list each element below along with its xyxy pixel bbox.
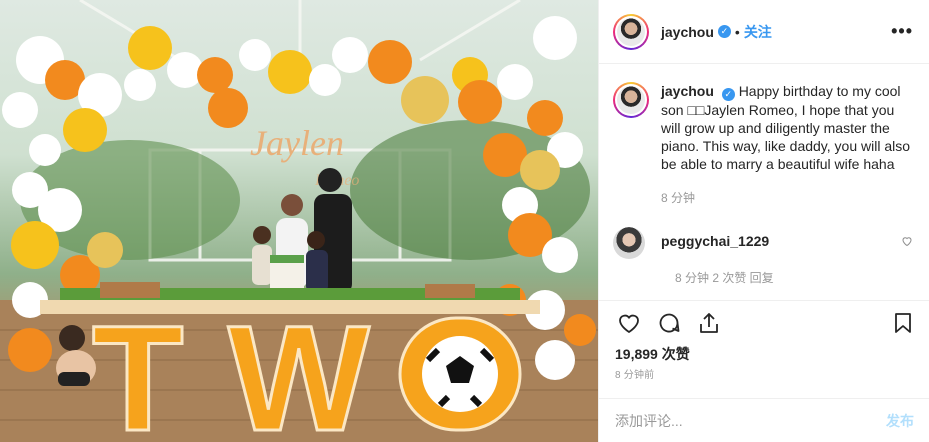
commenter-username[interactable]: peggychai_1229 — [661, 233, 769, 249]
more-icon[interactable]: ••• — [891, 21, 913, 42]
heart-icon[interactable] — [613, 307, 645, 339]
verified-icon: ✓ — [717, 25, 731, 38]
post-actions — [599, 300, 929, 344]
author-avatar[interactable] — [613, 13, 649, 50]
post-side-panel: jaychou ✓ • 关注 ••• jaychou ✓ Happy birth… — [598, 0, 929, 442]
big-letter-w: W — [228, 294, 370, 442]
add-comment-input[interactable] — [615, 412, 886, 429]
share-icon[interactable] — [693, 307, 725, 339]
bookmark-icon[interactable] — [887, 307, 919, 339]
posted-time: 8 分钟前 — [615, 370, 655, 381]
big-letter-t: T — [92, 294, 184, 442]
author-username[interactable]: jaychou — [661, 24, 714, 40]
post-header: jaychou ✓ • 关注 ••• — [599, 0, 929, 64]
caption-avatar[interactable] — [613, 82, 649, 118]
birthday-sign-name: Jaylen — [250, 123, 344, 163]
comment-item: peggychai_1229 — [613, 227, 913, 259]
caption-time: 8 分钟 — [661, 191, 696, 205]
caption-comment: jaychou ✓ Happy birthday to my cool son … — [613, 82, 913, 207]
likes-count[interactable]: 19,899 次赞 — [599, 344, 929, 362]
caption-username[interactable]: jaychou — [661, 83, 714, 99]
comment-meta[interactable]: 8 分钟 2 次赞 回复 — [675, 269, 913, 286]
verified-icon: ✓ — [721, 88, 735, 101]
big-letter-o: O — [0, 0, 1, 1]
party-photo-illustration: Jaylen Romeo T W O — [0, 0, 598, 442]
soccer-ball-letter-o — [398, 316, 522, 432]
header-separator: • — [734, 23, 740, 40]
commenter-avatar[interactable] — [613, 227, 645, 259]
add-comment-bar: 发布 — [599, 398, 929, 442]
follow-button[interactable]: 关注 — [744, 22, 772, 42]
post-photo[interactable]: Jaylen Romeo T W O — [0, 0, 598, 442]
comment-icon[interactable] — [653, 307, 685, 339]
comments-section[interactable]: jaychou ✓ Happy birthday to my cool son … — [599, 64, 929, 300]
comment-like-icon[interactable] — [901, 235, 913, 250]
post-comment-button[interactable]: 发布 — [886, 411, 914, 431]
